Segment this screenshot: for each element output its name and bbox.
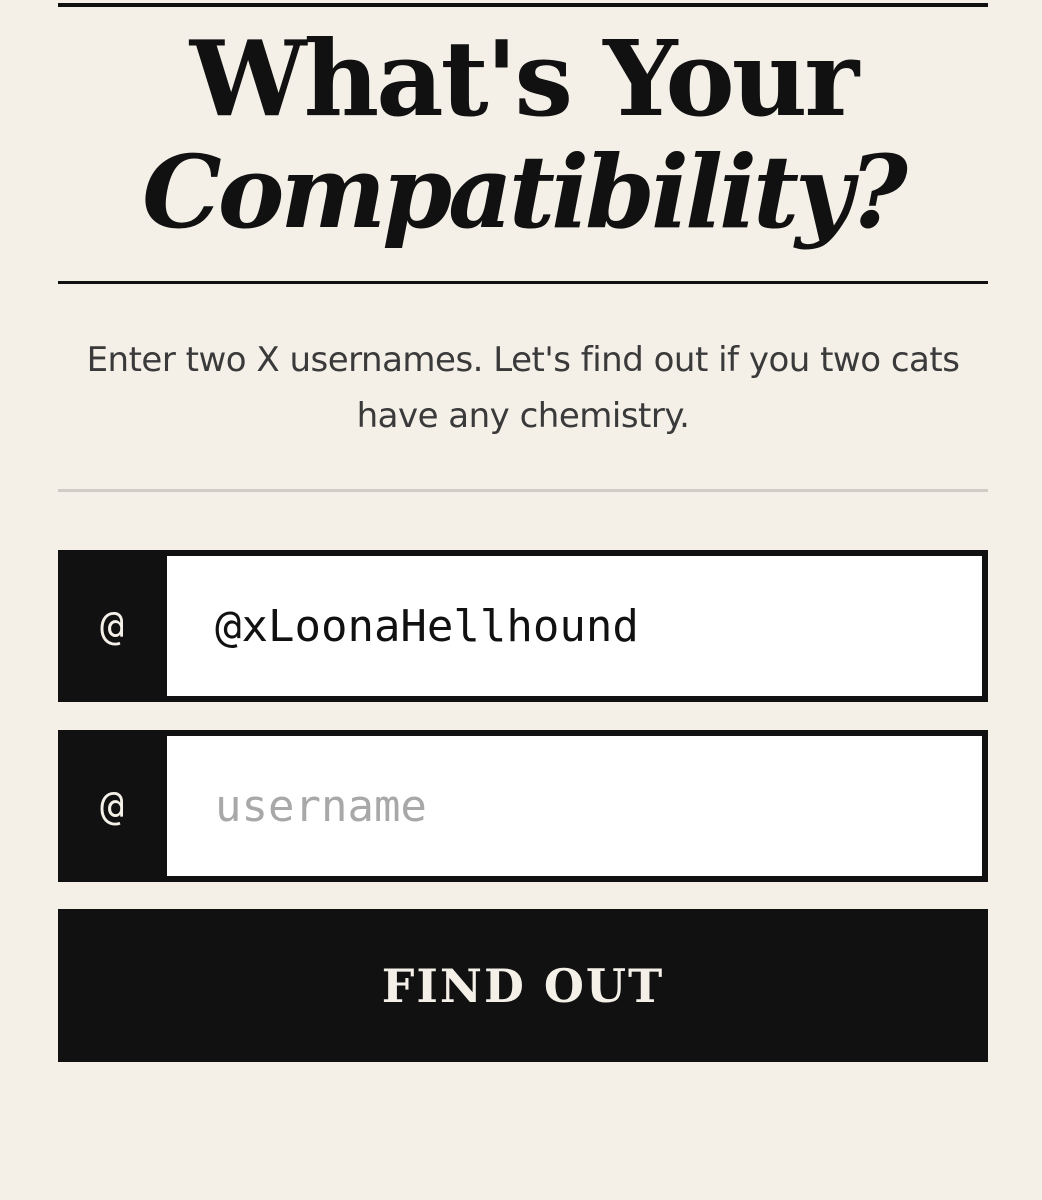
section-divider: [58, 489, 988, 492]
at-prefix-2: @: [99, 783, 125, 829]
title-line-1: What's Your: [189, 17, 859, 140]
title-line-2: Compatibility?: [142, 133, 908, 251]
top-divider: [58, 3, 988, 7]
username-field-1: @: [58, 550, 988, 702]
intro-text: Enter two X usernames. Let's find out if…: [86, 340, 960, 436]
find-out-button[interactable]: FIND OUT: [58, 909, 988, 1062]
username-field-2: @: [58, 730, 988, 882]
username-input-1[interactable]: [167, 556, 982, 696]
at-prefix-1: @: [99, 603, 125, 649]
username-input-2[interactable]: [167, 736, 982, 876]
page-title: What's Your Compatibility?: [58, 17, 988, 251]
title-divider: [58, 281, 988, 284]
